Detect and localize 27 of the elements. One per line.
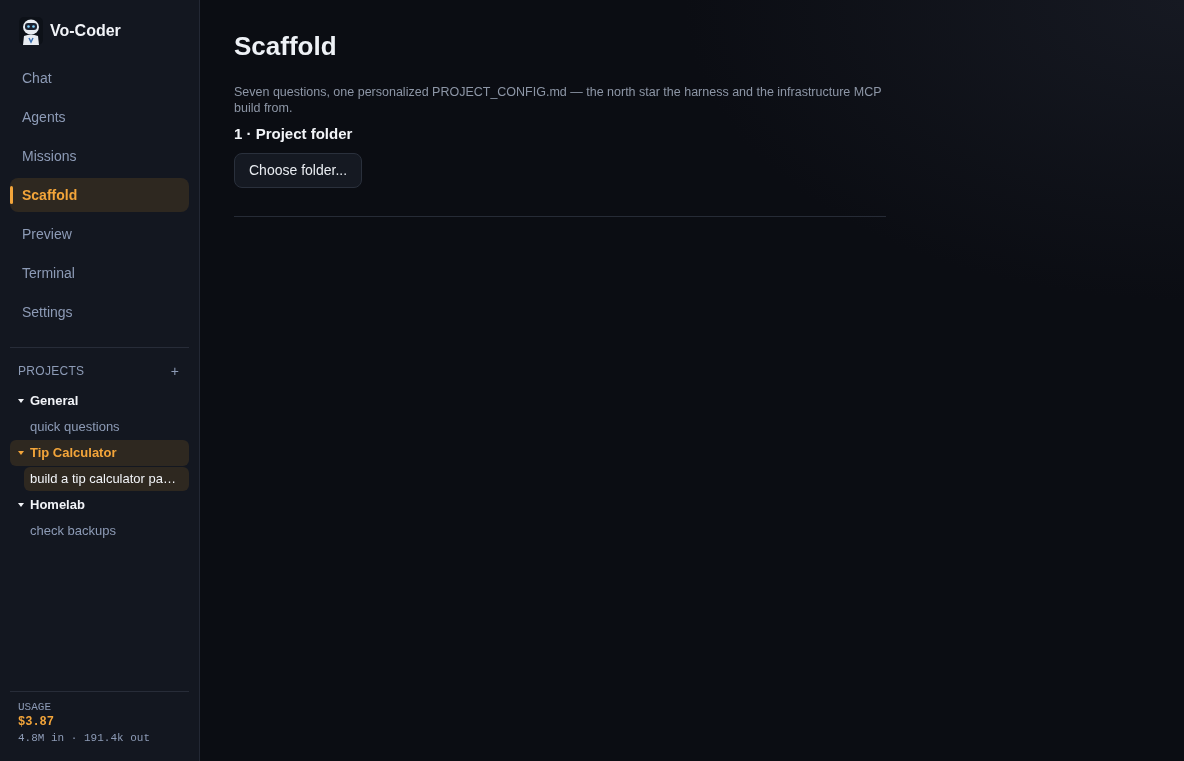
app-name: Vo-Coder <box>50 21 121 41</box>
nav-item[interactable]: Settings <box>10 295 189 329</box>
usage-label: USAGE <box>18 700 52 715</box>
page-description: Seven questions, one personalized PROJECT_CONFIG.md — the north star the harness and the infrastructure MCP build from. <box>234 84 883 116</box>
project-item[interactable]: General <box>10 388 189 414</box>
nav-item[interactable]: Terminal <box>10 256 189 290</box>
nav-item[interactable]: Agents <box>10 100 189 134</box>
robot-icon <box>18 17 44 45</box>
page-title: Scaffold <box>234 30 338 63</box>
caret-icon[interactable] <box>18 503 24 507</box>
project-item[interactable]: Homelab <box>10 492 189 518</box>
nav-item[interactable]: Scaffold <box>10 178 189 212</box>
token-count: 4.8M in · 191.4k out <box>18 731 152 746</box>
nav-item[interactable]: Chat <box>10 61 189 95</box>
nav-item[interactable]: Preview <box>10 217 189 251</box>
project-item[interactable]: Tip Calculator <box>10 440 189 466</box>
conversation-item[interactable]: quick questions <box>24 414 189 440</box>
usage-cost: $3.87 <box>18 715 55 730</box>
step-heading: 1 · Project folder <box>234 124 354 144</box>
section-heading: PROJECTS <box>18 363 85 380</box>
conversation-item[interactable]: build a tip calculator pa… <box>24 467 189 491</box>
caret-icon[interactable] <box>18 451 24 455</box>
choose-folder-button[interactable]: Choose folder... <box>234 153 363 188</box>
caret-icon[interactable] <box>18 399 24 403</box>
add-project-button[interactable]: + <box>168 362 181 380</box>
conversation-item[interactable]: check backups <box>24 518 189 544</box>
nav-item[interactable]: Missions <box>10 139 189 173</box>
